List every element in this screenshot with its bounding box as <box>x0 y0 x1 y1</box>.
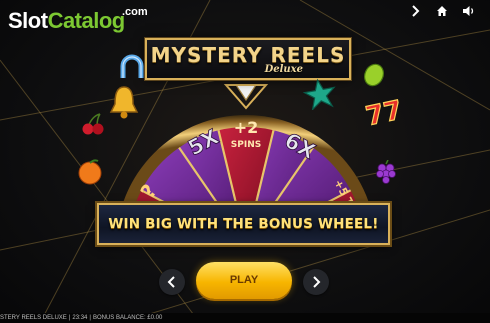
site-logo[interactable]: SlotCatalog <box>8 10 125 32</box>
home-icon[interactable] <box>436 5 448 19</box>
chevron-left-icon <box>167 276 175 288</box>
logo-text-slot: Slot <box>8 8 48 33</box>
game-screen: SlotCatalog .com 5X +2 SPINS 6X ? MYSTER… <box>0 0 490 323</box>
game-title: MYSTERY REELS <box>150 43 346 67</box>
play-button[interactable]: PLAY <box>196 262 292 299</box>
speaker-icon[interactable] <box>462 5 476 19</box>
status-game-name: STERY REELS DELUXE <box>0 315 67 321</box>
bell-icon <box>109 86 139 119</box>
logo-domain: .com <box>122 6 148 18</box>
status-bar: STERY REELS DELUXE | 23:34 | BONUS BALANCE: … <box>0 313 490 323</box>
sevens-icon: 77 <box>364 95 402 133</box>
svg-text:77: 77 <box>364 95 402 132</box>
next-button[interactable] <box>303 269 329 295</box>
wheel-label-plus2: +2 <box>234 118 259 137</box>
status-balance: BONUS BALANCE: £0.00 <box>92 315 163 321</box>
melon-icon <box>364 63 384 87</box>
star-icon <box>302 78 336 110</box>
logo-text-catalog: Catalog <box>47 8 126 33</box>
horseshoe-icon <box>120 54 144 78</box>
orange-icon <box>78 159 102 185</box>
game-subtitle: Deluxe <box>264 64 303 75</box>
cherries-icon <box>82 113 104 135</box>
status-time: 23:34 <box>72 315 88 321</box>
game-title-banner: MYSTERY REELS Deluxe <box>145 38 351 80</box>
promo-banner: WIN BIG WITH THE BONUS WHEEL! <box>97 203 390 245</box>
prev-button[interactable] <box>159 269 185 295</box>
chevron-right-icon <box>313 276 321 288</box>
chevron-right-icon[interactable] <box>410 5 420 19</box>
promo-banner-text: WIN BIG WITH THE BONUS WHEEL! <box>108 216 379 232</box>
grapes-icon <box>376 160 396 184</box>
wheel-label-spins: SPINS <box>231 140 261 150</box>
wheel-pointer <box>234 84 258 102</box>
